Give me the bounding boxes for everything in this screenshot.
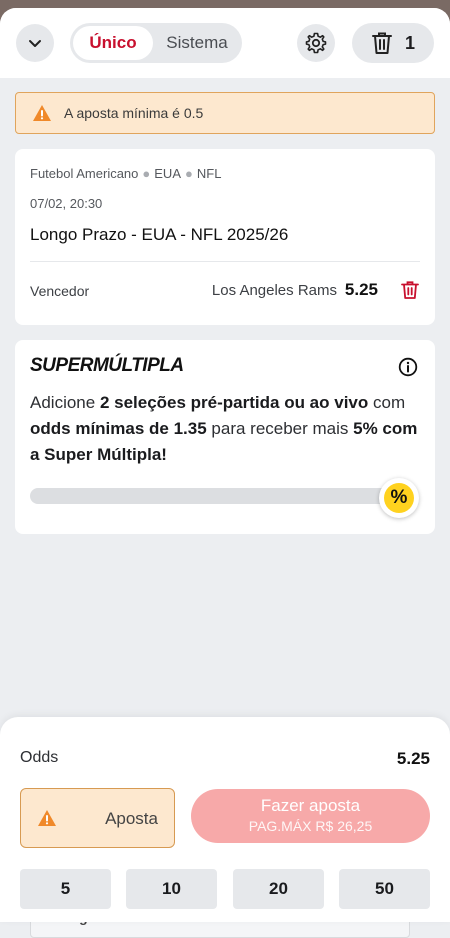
stake-placeholder: Aposta bbox=[105, 809, 158, 828]
remove-selection-icon[interactable] bbox=[400, 280, 420, 300]
place-bet-label: Fazer aposta bbox=[260, 796, 361, 815]
super-multipla-progress bbox=[30, 488, 402, 504]
quick-stake-5[interactable]: 5 bbox=[20, 869, 111, 909]
settings-button[interactable] bbox=[297, 24, 335, 62]
chevron-down-icon bbox=[29, 40, 41, 47]
bet-selection-card: Futebol Americano ● EUA ● NFL 07/02, 20:30 L… bbox=[15, 149, 435, 325]
sport-label: Futebol Americano bbox=[30, 166, 139, 181]
super-multipla-card: SUPERMÚLTIPLA Adicione 2 seleções pré-pa… bbox=[15, 340, 435, 534]
bet-mode-toggle: Único Sistema bbox=[70, 23, 242, 63]
event-name: Longo Prazo - EUA - NFL 2025/26 bbox=[30, 225, 289, 244]
desc-text: para receber mais bbox=[206, 419, 354, 438]
total-odds: 5.25 bbox=[396, 749, 430, 768]
betslip-header: Único Sistema 1 bbox=[0, 8, 450, 78]
country-label: EUA bbox=[154, 166, 181, 181]
super-multipla-title: SUPERMÚLTIPLA bbox=[30, 355, 184, 376]
clear-selections-button[interactable]: 1 bbox=[352, 23, 434, 63]
event-date: 07/02, 20:30 bbox=[30, 196, 103, 211]
market-name: Vencedor bbox=[30, 283, 90, 299]
desc-text: com bbox=[368, 393, 406, 412]
warning-icon bbox=[33, 105, 51, 121]
separator-dot: ● bbox=[142, 166, 151, 181]
divider bbox=[30, 261, 420, 262]
quick-stake-20[interactable]: 20 bbox=[233, 869, 324, 909]
percent-badge: % bbox=[379, 478, 419, 518]
min-stake-alert: A aposta mínima é 0.5 bbox=[15, 92, 435, 134]
league-label: NFL bbox=[196, 166, 222, 181]
bet-summary-panel: Odds 5.25 Aposta Fazer aposta PAG.MÁX R$… bbox=[0, 717, 450, 922]
desc-bold: odds mínimas de 1.35 bbox=[30, 419, 207, 438]
odds-label: Odds bbox=[20, 749, 59, 766]
place-bet-button[interactable]: Fazer aposta PAG.MÁX R$ 26,25 bbox=[191, 789, 430, 843]
gear-icon bbox=[305, 32, 327, 54]
selection-count: 1 bbox=[404, 32, 415, 53]
desc-text: Adicione bbox=[30, 393, 100, 412]
separator-dot: ● bbox=[185, 166, 193, 181]
trash-icon bbox=[371, 32, 392, 54]
stake-input[interactable]: Aposta bbox=[20, 788, 175, 848]
event-breadcrumb: Futebol Americano ● EUA ● NFL bbox=[30, 166, 221, 181]
info-icon[interactable] bbox=[398, 357, 418, 377]
alert-message: A aposta mínima é 0.5 bbox=[64, 105, 204, 121]
desc-bold: 2 seleções pré-partida ou ao vivo bbox=[99, 393, 369, 412]
betslip-sheet: Único Sistema 1 A aposta mínima é 0.5 Fu… bbox=[0, 8, 450, 938]
max-payout-label: PAG.MÁX R$ 26,25 bbox=[248, 818, 373, 834]
tab-sistema[interactable]: Sistema bbox=[156, 26, 238, 60]
quick-stake-50[interactable]: 50 bbox=[339, 869, 430, 909]
tab-unico[interactable]: Único bbox=[73, 26, 153, 60]
quick-stake-10[interactable]: 10 bbox=[126, 869, 217, 909]
super-multipla-description: Adicione 2 seleções pré-partida ou ao vi… bbox=[30, 390, 425, 468]
percent-icon: % bbox=[384, 483, 414, 513]
collapse-button[interactable] bbox=[16, 24, 54, 62]
selection-name: Los Angeles Rams bbox=[211, 282, 337, 299]
warning-icon bbox=[38, 810, 56, 826]
selection-odd: 5.25 bbox=[344, 280, 378, 299]
